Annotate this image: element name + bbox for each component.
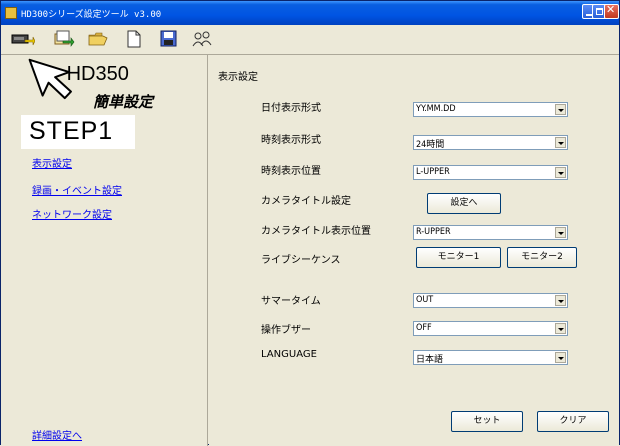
camera-title-position-label: カメラタイトル表示位置 [261,226,371,237]
chevron-down-icon[interactable] [555,295,566,306]
camera-title-position-value: R-UPPER [416,227,451,237]
time-position-label: 時刻表示位置 [261,166,321,177]
date-format-select[interactable]: YY.MM.DD [413,102,568,117]
new-file-icon[interactable] [123,29,145,49]
date-format-value: YY.MM.DD [416,104,456,114]
toolbar [1,25,619,55]
summer-time-value: OUT [416,295,434,305]
chevron-down-icon[interactable] [555,227,566,238]
summer-time-label: サマータイム [261,296,321,307]
buzzer-value: OFF [416,323,432,333]
sidebar-subtitle: 簡単設定 [93,94,154,111]
monitor-2-button[interactable]: モニター2 [507,247,577,268]
camera-title-position-select[interactable]: R-UPPER [413,225,568,240]
sidebar: V HD350 簡単設定 STEP1 表示設定 録画・イベント設定 ネットワーク… [1,55,208,446]
save-icon[interactable] [158,29,180,49]
set-button[interactable]: セット [451,411,523,432]
live-sequence-label: ライブシーケンス [261,255,341,266]
summer-time-select[interactable]: OUT [413,293,568,308]
camera-title-label: カメラタイトル設定 [261,196,351,207]
time-position-select[interactable]: L-UPPER [413,165,568,180]
camera-title-settings-button[interactable]: 設定へ [427,193,501,214]
step-label: STEP1 [29,117,114,145]
section-title: 表示設定 [218,72,258,83]
main-panel: 表示設定 日付表示形式 YY.MM.DD 時刻表示形式 24時間 時刻表示位置 … [209,55,619,446]
nav-link-network-settings[interactable]: ネットワーク設定 [32,206,112,221]
language-value: 日本語 [416,355,444,365]
app-window: HD300シリーズ設定ツール v3.00 ✕ HD350 簡単設定 STEP1 … [0,0,620,446]
buzzer-select[interactable]: OFF [413,321,568,336]
chevron-down-icon[interactable] [555,104,566,115]
language-select[interactable]: 日本語 [413,350,568,365]
monitor-1-button[interactable]: モニター1 [416,247,501,268]
chevron-down-icon[interactable] [555,323,566,334]
chevron-down-icon[interactable] [555,167,566,178]
open-folder-icon[interactable] [87,29,109,49]
nav-link-record-event-settings[interactable]: 録画・イベント設定 [32,182,122,197]
buzzer-label: 操作ブザー [261,325,311,336]
time-format-value: 24時間 [416,140,445,150]
mouse-cursor-icon [28,58,72,100]
transfer-icon[interactable] [53,29,75,49]
window-title: HD300シリーズ設定ツール v3.00 [21,10,162,20]
connect-icon[interactable] [11,29,36,49]
time-format-label: 時刻表示形式 [261,135,321,146]
title-bar[interactable]: HD300シリーズ設定ツール v3.00 ✕ [1,1,619,25]
clear-button[interactable]: クリア [537,411,609,432]
chevron-down-icon[interactable] [555,137,566,148]
users-icon[interactable] [191,29,213,49]
close-button[interactable]: ✕ [604,3,619,19]
time-format-select[interactable]: 24時間 [413,135,568,150]
time-position-value: L-UPPER [416,167,450,177]
language-label: LANGUAGE [261,349,317,360]
advanced-settings-link[interactable]: 詳細設定へ [32,427,82,442]
chevron-down-icon[interactable] [555,352,566,363]
date-format-label: 日付表示形式 [261,103,321,114]
nav-link-display-settings[interactable]: 表示設定 [32,155,72,170]
step-indicator: STEP1 [21,115,135,149]
app-icon [5,7,17,19]
